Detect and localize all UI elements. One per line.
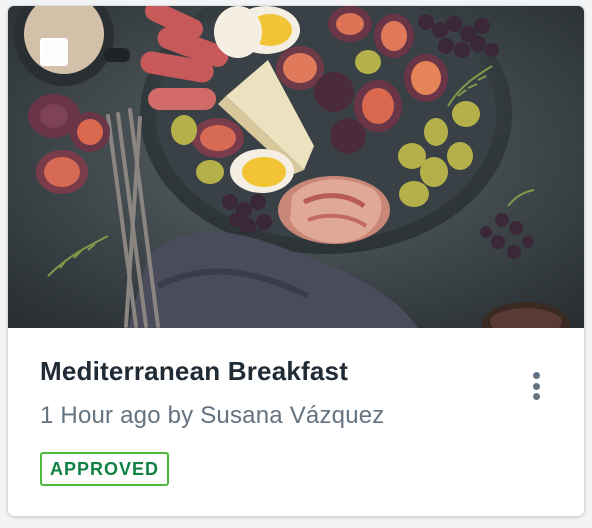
select-checkbox[interactable] — [40, 38, 68, 66]
vertical-ellipsis-icon — [532, 382, 540, 390]
food-photo-illustration — [8, 6, 584, 328]
recipe-card[interactable]: Mediterranean Breakfast 1 Hour ago by Su… — [8, 6, 584, 516]
recipe-photo[interactable] — [8, 6, 584, 328]
vertical-ellipsis-icon — [532, 393, 540, 400]
card-subtitle: 1 Hour ago by Susana Vázquez — [40, 402, 385, 429]
card-title[interactable]: Mediterranean Breakfast — [40, 356, 348, 387]
more-options-button[interactable] — [522, 364, 550, 408]
vertical-ellipsis-icon — [532, 372, 540, 379]
status-badge: APPROVED — [40, 452, 170, 486]
card-body: Mediterranean Breakfast 1 Hour ago by Su… — [8, 328, 584, 516]
